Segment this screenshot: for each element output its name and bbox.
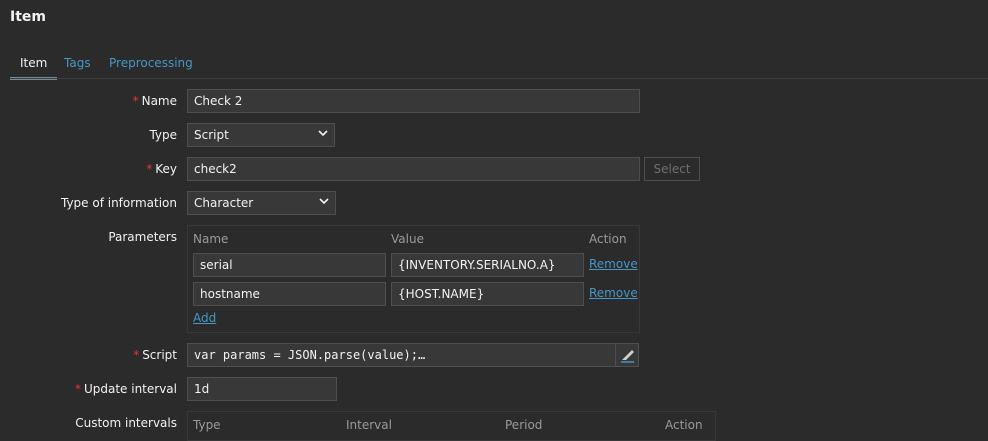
tabs-divider bbox=[10, 78, 988, 79]
custom-intervals-table bbox=[187, 411, 716, 441]
parameter-remove-link[interactable]: Remove bbox=[589, 286, 638, 300]
required-mark: * bbox=[146, 162, 153, 176]
type-of-information-select[interactable]: Character bbox=[187, 191, 336, 215]
required-mark: * bbox=[133, 348, 140, 362]
key-select-button[interactable]: Select bbox=[644, 157, 700, 181]
type-label: Type bbox=[149, 128, 177, 142]
name-input[interactable]: Check 2 bbox=[187, 89, 640, 113]
update-interval-label: * Update interval bbox=[74, 382, 177, 396]
tab-preprocessing[interactable]: Preprocessing bbox=[109, 55, 193, 77]
required-mark: * bbox=[132, 94, 139, 108]
chevron-down-icon bbox=[318, 130, 328, 137]
name-label: * Name bbox=[132, 94, 177, 108]
custom-intervals-header-period: Period bbox=[505, 418, 543, 432]
chevron-down-icon bbox=[319, 198, 329, 205]
custom-intervals-header-action: Action bbox=[665, 418, 703, 432]
parameter-value-input[interactable]: {INVENTORY.SERIALNO.A} bbox=[391, 253, 584, 277]
type-select-value: Script bbox=[194, 128, 229, 142]
type-of-information-label: Type of information bbox=[60, 196, 177, 210]
parameter-name-input[interactable]: serial bbox=[193, 253, 386, 277]
type-of-information-value: Character bbox=[194, 196, 254, 210]
custom-intervals-header-type: Type bbox=[193, 418, 221, 432]
parameters-header-name: Name bbox=[193, 232, 229, 246]
type-select[interactable]: Script bbox=[187, 123, 335, 147]
script-input[interactable]: var params = JSON.parse(value);… bbox=[187, 343, 639, 367]
page-title: Item bbox=[10, 9, 46, 25]
script-value: var params = JSON.parse(value);… bbox=[194, 348, 426, 362]
script-edit-button[interactable] bbox=[615, 344, 638, 366]
script-label: * Script bbox=[133, 348, 177, 362]
key-input[interactable]: check2 bbox=[187, 157, 640, 181]
tab-item[interactable]: Item bbox=[10, 55, 58, 80]
custom-intervals-label: Custom intervals bbox=[75, 416, 177, 430]
custom-intervals-header-interval: Interval bbox=[346, 418, 392, 432]
parameters-label: Parameters bbox=[108, 230, 177, 244]
parameter-value-input[interactable]: {HOST.NAME} bbox=[391, 282, 584, 306]
tab-tags[interactable]: Tags bbox=[64, 55, 91, 77]
pencil-icon bbox=[621, 350, 634, 363]
parameters-header-value: Value bbox=[391, 232, 424, 246]
parameter-remove-link[interactable]: Remove bbox=[589, 257, 638, 271]
key-label: * Key bbox=[146, 162, 177, 176]
required-mark: * bbox=[74, 382, 81, 396]
update-interval-input[interactable]: 1d bbox=[187, 377, 337, 401]
parameter-name-input[interactable]: hostname bbox=[193, 282, 386, 306]
parameters-header-action: Action bbox=[589, 232, 627, 246]
parameter-add-link[interactable]: Add bbox=[193, 311, 216, 325]
